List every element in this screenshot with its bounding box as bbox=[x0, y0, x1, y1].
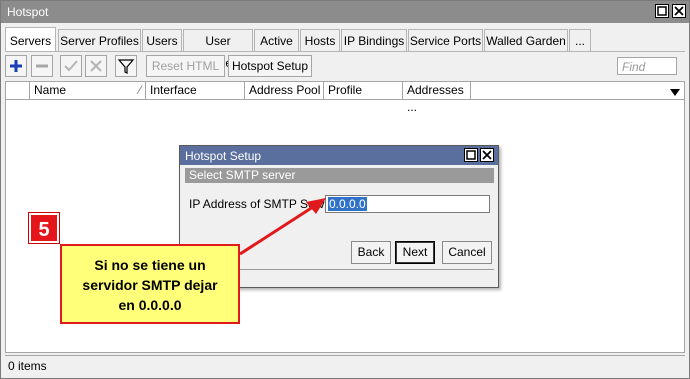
find-input[interactable]: Find bbox=[617, 57, 677, 75]
minus-icon bbox=[36, 64, 48, 68]
toolbar: Reset HTML Hotspot Setup Find bbox=[5, 55, 685, 79]
remove-button[interactable] bbox=[31, 55, 53, 77]
tab-user-profiles[interactable]: User Profiles bbox=[183, 29, 253, 70]
close-button[interactable] bbox=[672, 4, 686, 18]
disable-button[interactable] bbox=[85, 55, 107, 77]
close-icon bbox=[674, 6, 684, 16]
back-button[interactable]: Back bbox=[351, 241, 391, 264]
close-icon bbox=[482, 150, 492, 160]
annotation-note: Si no se tiene un servidor SMTP dejar en… bbox=[60, 244, 240, 324]
add-button[interactable] bbox=[5, 55, 27, 77]
header-flag bbox=[6, 82, 30, 99]
tab-ip-bindings[interactable]: IP Bindings bbox=[341, 29, 407, 51]
header-interface[interactable]: Interface bbox=[146, 82, 245, 99]
tab-users[interactable]: Users bbox=[142, 29, 182, 51]
window-title: Hotspot bbox=[7, 5, 49, 19]
tab-active[interactable]: Active bbox=[254, 29, 299, 51]
tab-bar: Servers Server Profiles Users User Profi… bbox=[5, 27, 685, 70]
smtp-ip-input[interactable]: 0.0.0.0 bbox=[325, 195, 490, 213]
tab-hosts[interactable]: Hosts bbox=[300, 29, 340, 51]
restore-button[interactable] bbox=[655, 4, 669, 18]
table-header: Name ⁄ Interface Address Pool Profile Add… bbox=[6, 82, 684, 114]
note-line: servidor SMTP dejar bbox=[82, 277, 218, 293]
dialog-restore-button[interactable] bbox=[464, 148, 478, 162]
section-header: Select SMTP server bbox=[185, 168, 494, 183]
status-bar: 0 items bbox=[5, 355, 685, 375]
note-line: en 0.0.0.0 bbox=[118, 297, 182, 313]
tab-more[interactable]: ... bbox=[569, 29, 591, 51]
plus-icon bbox=[10, 60, 22, 72]
filter-button[interactable] bbox=[115, 55, 137, 77]
cancel-button[interactable]: Cancel bbox=[442, 241, 492, 264]
window-titlebar: Hotspot bbox=[1, 1, 689, 23]
enable-button[interactable] bbox=[60, 55, 82, 77]
check-icon bbox=[64, 60, 78, 72]
restore-icon bbox=[466, 150, 476, 160]
note-line: Si no se tiene un bbox=[94, 257, 206, 273]
hotspot-setup-button[interactable]: Hotspot Setup bbox=[228, 55, 312, 77]
header-name[interactable]: Name ⁄ bbox=[30, 82, 146, 99]
dialog-title: Hotspot Setup bbox=[185, 149, 262, 163]
tab-walled-garden[interactable]: Walled Garden bbox=[484, 29, 568, 51]
dialog-titlebar: Hotspot Setup bbox=[180, 146, 498, 165]
header-addresses[interactable]: Addresses ... bbox=[403, 82, 471, 114]
next-button[interactable]: Next bbox=[395, 241, 435, 264]
smtp-ip-value: 0.0.0.0 bbox=[328, 197, 367, 211]
reset-html-button[interactable]: Reset HTML bbox=[146, 55, 225, 77]
dialog-close-button[interactable] bbox=[480, 148, 494, 162]
tab-server-profiles[interactable]: Server Profiles bbox=[58, 29, 141, 51]
tab-divider bbox=[5, 51, 685, 52]
x-icon bbox=[90, 60, 102, 72]
tab-service-ports[interactable]: Service Ports bbox=[408, 29, 483, 51]
step-badge: 5 bbox=[29, 213, 59, 243]
restore-icon bbox=[657, 6, 667, 16]
tab-servers[interactable]: Servers bbox=[5, 27, 56, 51]
column-menu-icon[interactable] bbox=[670, 86, 680, 100]
header-profile[interactable]: Profile bbox=[324, 82, 403, 99]
smtp-ip-label: IP Address of SMTP Server: bbox=[189, 197, 339, 211]
filter-icon bbox=[117, 59, 135, 74]
header-address-pool[interactable]: Address Pool bbox=[245, 82, 324, 99]
